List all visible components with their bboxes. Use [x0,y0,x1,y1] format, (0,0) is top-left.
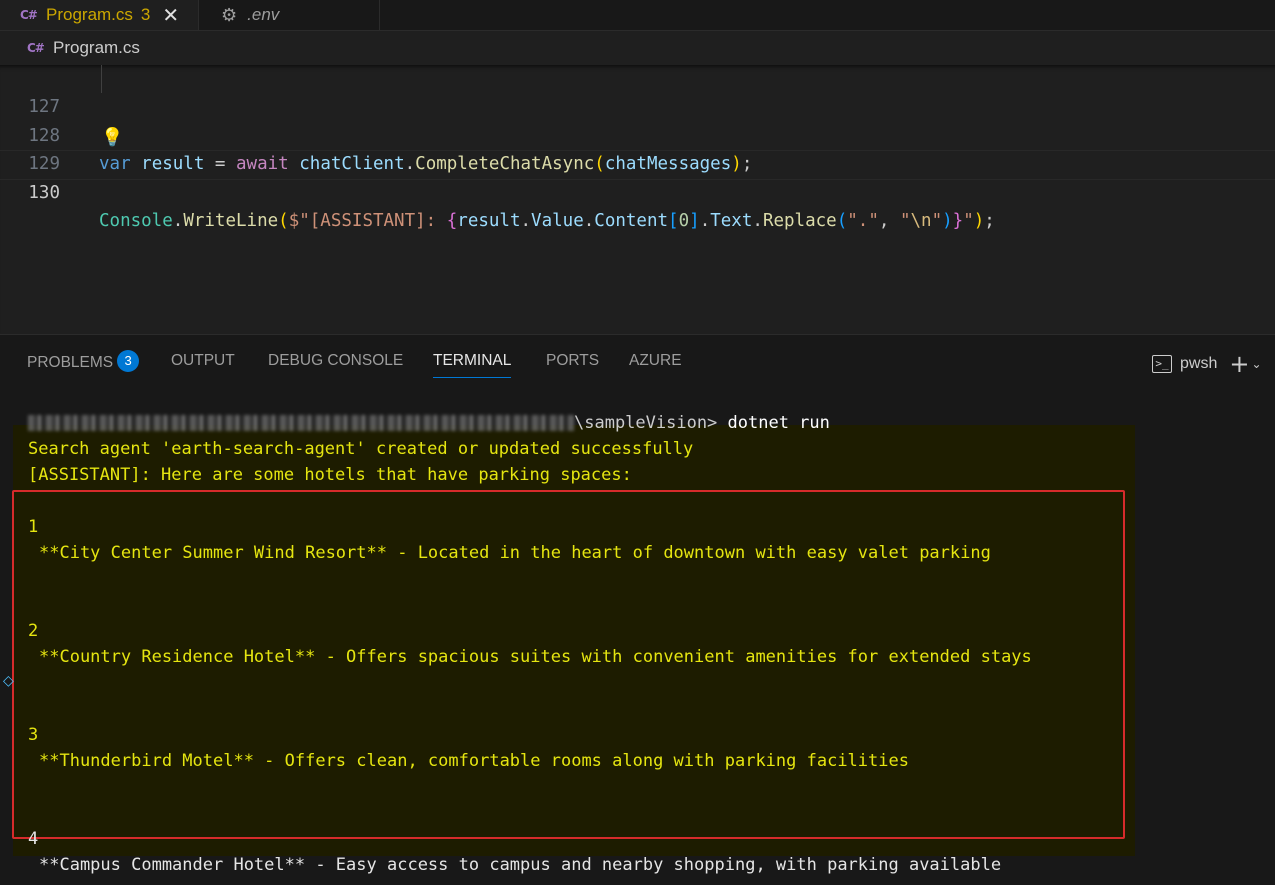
close-icon[interactable]: ✕ [162,3,179,27]
breadcrumb: C# Program.cs [0,31,1275,65]
terminal-line: **Campus Commander Hotel** - Easy access… [39,855,1002,875]
problems-count-badge: 3 [117,350,140,372]
tab-output[interactable]: OUTPUT [171,352,235,370]
terminal-line: 3 [28,725,39,745]
new-terminal-plus-icon[interactable]: + [1229,350,1249,378]
lightbulb-icon[interactable]: 💡 [101,124,123,152]
code-text: Console.WriteLine($"[ASSISTANT]: {result… [99,211,995,231]
tab-ports[interactable]: PORTS [546,352,599,370]
redacted-path [28,415,574,431]
tab-problems[interactable]: PROBLEMS 3 [27,350,140,374]
terminal-line: 4 [28,829,39,849]
tab-label: Program.cs [46,5,133,24]
chevron-down-icon[interactable]: ⌄ [1251,357,1261,371]
code-line: 127 [0,65,1275,117]
terminal-line: 2 [28,621,39,641]
terminal-icon: >_ [1152,355,1172,373]
bottom-panel: PROBLEMS 3 OUTPUT DEBUG CONSOLE TERMINAL … [0,334,1275,885]
indent-guide [101,65,102,93]
terminal-output[interactable]: ◇ \sampleVision> dotnet run Search agent… [0,389,1275,885]
terminal-profile[interactable]: >_ pwsh + ⌄ [1152,350,1262,378]
gear-icon: ⚙ [221,4,238,26]
terminal-line: 1 [28,517,39,537]
prompt-suffix: \sampleVision> [574,413,728,433]
problems-count-badge: 3 [140,5,151,24]
csharp-icon: C# [20,8,38,22]
code-line: 129 💡 [0,122,1275,174]
tab-debug-console[interactable]: DEBUG CONSOLE [268,352,403,370]
panel-tab-bar: PROBLEMS 3 OUTPUT DEBUG CONSOLE TERMINAL … [0,335,1275,389]
tab-label: .env [247,5,280,24]
code-line: 128 var result = await chatClient.Comple… [0,94,1275,174]
tab-azure[interactable]: AZURE [629,352,682,370]
terminal-line: **Country Residence Hotel** - Offers spa… [39,647,1032,667]
terminal-line: [ASSISTANT]: Here are some hotels that h… [28,465,632,485]
csharp-icon: C# [27,41,45,55]
tab-terminal[interactable]: TERMINAL [433,352,512,378]
terminal-line: Search agent 'earth-search-agent' create… [28,439,694,459]
tab-program-cs[interactable]: C# Program.cs 3 ✕ [0,0,199,30]
command-text: dotnet run [727,413,830,433]
code-editor[interactable]: 127 128 var result = await chatClient.Co… [0,65,1275,333]
tab-label: PROBLEMS [27,354,114,372]
prompt-line: \sampleVision> dotnet run [28,410,830,436]
terminal-line: **City Center Summer Wind Resort** - Loc… [39,543,991,563]
line-number: 130 [28,183,60,203]
tab-env[interactable]: ⚙ .env [199,0,380,30]
breadcrumb-item-program-cs[interactable]: Program.cs [53,38,140,58]
command-decoration-icon[interactable]: ◇ [3,673,14,689]
terminal-line: **Thunderbird Motel** - Offers clean, co… [39,751,909,771]
code-line-current: 130 Console.WriteLine($"[ASSISTANT]: {re… [0,150,1275,231]
shell-name: pwsh [1180,355,1218,372]
editor-tab-bar: C# Program.cs 3 ✕ ⚙ .env [0,0,1275,31]
